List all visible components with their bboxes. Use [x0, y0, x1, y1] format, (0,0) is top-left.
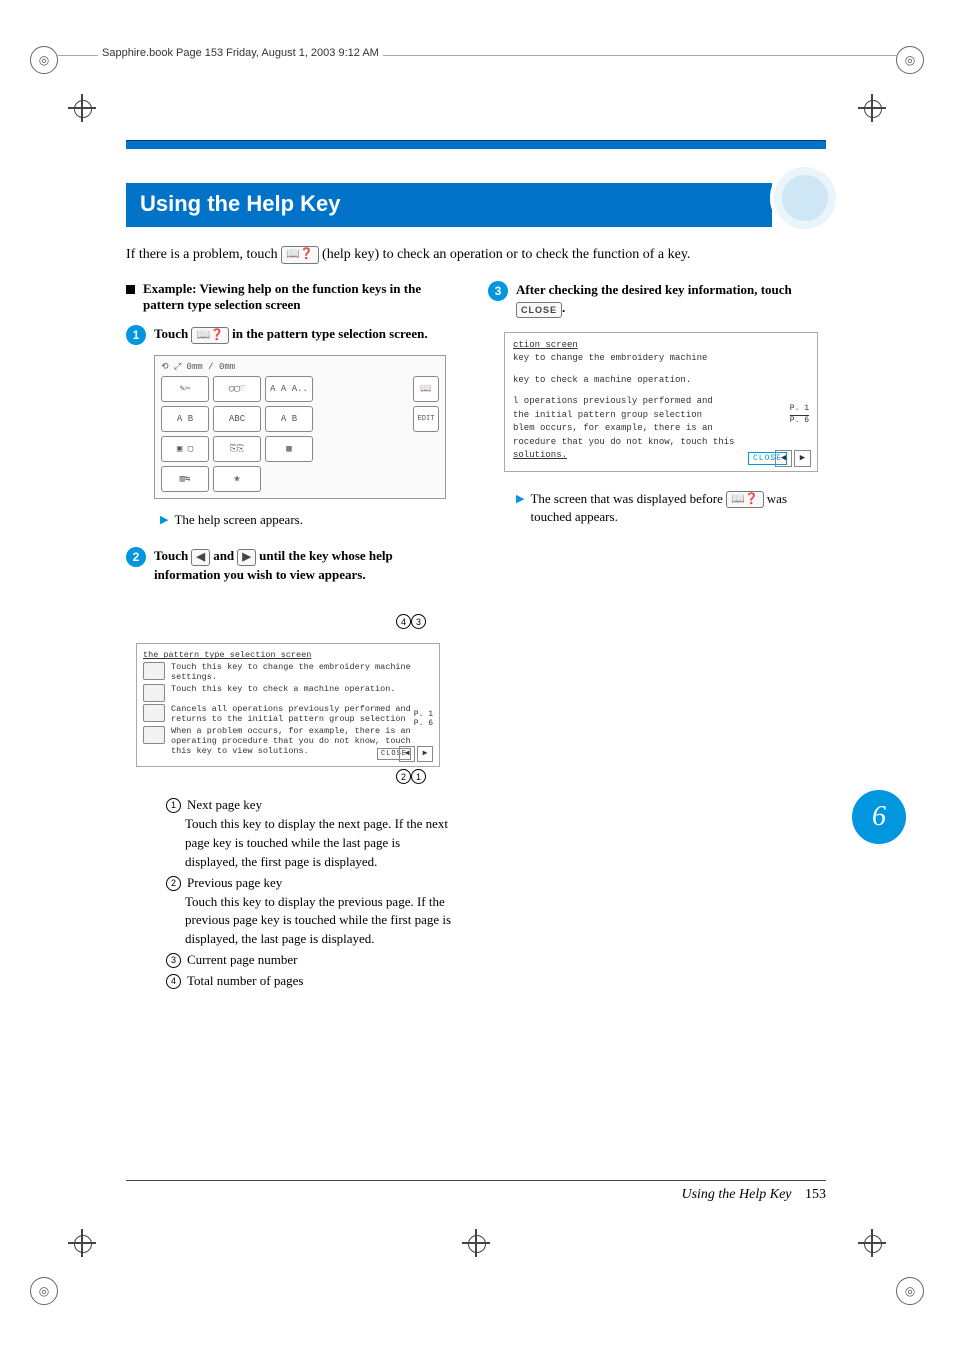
footer-title: Using the Help Key — [681, 1187, 791, 1202]
help-key-icon: 📖❓ — [191, 327, 228, 344]
hs-icon — [143, 704, 165, 722]
coord-line: ⟲ ⤢ 0mm / 0mm — [161, 362, 439, 372]
note3-pre: The screen that was displayed before — [530, 491, 726, 506]
reg-mark-bc — [466, 1233, 486, 1253]
step-1-badge: 1 — [126, 325, 146, 345]
prev-page-icon: ◀ — [191, 549, 209, 566]
header-strip: Sapphire.book Page 153 Friday, August 1,… — [98, 47, 383, 59]
rs-next-icon: ▶ — [794, 450, 811, 467]
example-header: Example: Viewing help on the function ke… — [143, 281, 456, 313]
hs-next-icon: ▶ — [417, 746, 433, 762]
rs-l6: rocedure that you do not know, touch thi… — [513, 436, 813, 450]
page-footer: Using the Help Key 153 — [126, 1180, 826, 1203]
hs-icon — [143, 662, 165, 680]
triangle-icon: ▶ — [516, 492, 524, 507]
help-key-icon: 📖❓ — [726, 491, 763, 508]
legend-3-num: 3 — [166, 953, 181, 968]
ss-btn: ▥⇆ — [161, 466, 209, 492]
footer-page-number: 153 — [805, 1187, 826, 1202]
ss-btn: A B — [265, 406, 313, 432]
callout-3-icon: 3 — [411, 614, 426, 629]
rs-l1: key to change the embroidery machine — [513, 352, 813, 366]
step1-pre: Touch — [154, 326, 191, 341]
step1-post: in the pattern type selection screen. — [232, 326, 427, 341]
legend-2-num: 2 — [166, 876, 181, 891]
legend-2-title: Previous page key — [187, 874, 282, 893]
rs-l4: the initial pattern group selection — [513, 409, 813, 423]
rs-l5: blem occurs, for example, there is an — [513, 422, 813, 436]
rs-page-total: P. 6 — [790, 415, 809, 427]
reg-mark-l — [72, 98, 92, 118]
ss-edit-btn: EDIT — [413, 406, 439, 432]
reg-mark-r — [862, 98, 882, 118]
hs-l1: Touch this key to change the embroidery … — [171, 662, 433, 682]
help-screen-screenshot: the pattern type selection screen Touch … — [136, 643, 440, 767]
step-2-text: Touch ◀ and ▶ until the key whose help i… — [154, 547, 456, 584]
pattern-selection-screenshot: ⟲ ⤢ 0mm / 0mm ✎✂ ◯▢♡ A A A.. 📖 A B ABC A… — [154, 355, 446, 499]
callout-1-icon: 1 — [411, 769, 426, 784]
ss-btn: ❀ — [213, 466, 261, 492]
hs-prev-icon: ◀ — [399, 746, 415, 762]
legend-3-title: Current page number — [187, 951, 297, 970]
ss-btn: ABC — [213, 406, 261, 432]
reg-mark-bl — [72, 1233, 92, 1253]
callout-2-icon: 2 — [396, 769, 411, 784]
step-2-badge: 2 — [126, 547, 146, 567]
square-bullet-icon — [126, 285, 135, 294]
ss-btn: ✎✂ — [161, 376, 209, 402]
reg-mark-br — [862, 1233, 882, 1253]
step-3-text: After checking the desired key informati… — [516, 281, 818, 317]
legend-4-title: Total number of pages — [187, 972, 303, 991]
ss-btn: ▣ ▢ — [161, 436, 209, 462]
hs-icon — [143, 684, 165, 702]
help-screen-zoomed-screenshot: ction screen key to change the embroider… — [504, 332, 818, 472]
ss-btn: ◯▢♡ — [213, 376, 261, 402]
blue-rule — [126, 140, 826, 149]
rs-l2: key to check a machine operation. — [513, 374, 813, 388]
note-1: The help screen appears. — [174, 511, 303, 529]
step3-pre: After checking the desired key informati… — [516, 282, 792, 297]
note-3: The screen that was displayed before 📖❓ … — [530, 490, 818, 527]
step2-and: and — [213, 548, 237, 563]
intro-text: If there is a problem, touch 📖❓ (help ke… — [126, 245, 826, 265]
hs-icon — [143, 726, 165, 744]
print-mark-tl: ◎ — [30, 46, 58, 74]
rs-l3: l operations previously performed and — [513, 395, 813, 409]
print-mark-bl: ◎ — [30, 1277, 58, 1305]
triangle-icon: ▶ — [160, 513, 168, 528]
print-mark-tr: ◎ — [896, 46, 924, 74]
hs-l3: Cancels all operations previously perfor… — [171, 704, 433, 724]
ss-btn: A B — [161, 406, 209, 432]
print-mark-br: ◎ — [896, 1277, 924, 1305]
ss-btn: ⎘⎘ — [213, 436, 261, 462]
intro-post: (help key) to check an operation or to c… — [322, 247, 690, 262]
step2-pre: Touch — [154, 548, 191, 563]
step-1-text: Touch 📖❓ in the pattern type selection s… — [154, 325, 456, 344]
legend-2-desc: Touch this key to display the previous p… — [166, 893, 456, 950]
hs-title: the pattern type selection screen — [143, 650, 433, 660]
ss-btn: A A A.. — [265, 376, 313, 402]
next-page-icon: ▶ — [237, 549, 255, 566]
legend-4-num: 4 — [166, 974, 181, 989]
rs-page-cur: P. 1 — [790, 403, 809, 415]
ss-help-btn: 📖 — [413, 376, 439, 402]
hs-page-total: P. 6 — [414, 720, 433, 729]
hs-l2: Touch this key to check a machine operat… — [171, 684, 433, 702]
rs-prev-icon: ◀ — [775, 450, 792, 467]
legend-1-desc: Touch this key to display the next page.… — [166, 815, 456, 872]
step3-post: . — [562, 300, 565, 315]
callout-4-icon: 4 — [396, 614, 411, 629]
step-3-badge: 3 — [488, 281, 508, 301]
page-title: Using the Help Key — [126, 183, 772, 227]
rs-heading: ction screen — [513, 339, 813, 353]
title-decoration — [770, 163, 840, 233]
close-button-icon: CLOSE — [516, 302, 562, 318]
legend-1-title: Next page key — [187, 796, 262, 815]
intro-pre: If there is a problem, touch — [126, 247, 281, 262]
ss-btn: ▦ — [265, 436, 313, 462]
chapter-tab: 6 — [852, 790, 906, 844]
help-key-icon: 📖❓ — [281, 246, 318, 264]
legend-1-num: 1 — [166, 798, 181, 813]
